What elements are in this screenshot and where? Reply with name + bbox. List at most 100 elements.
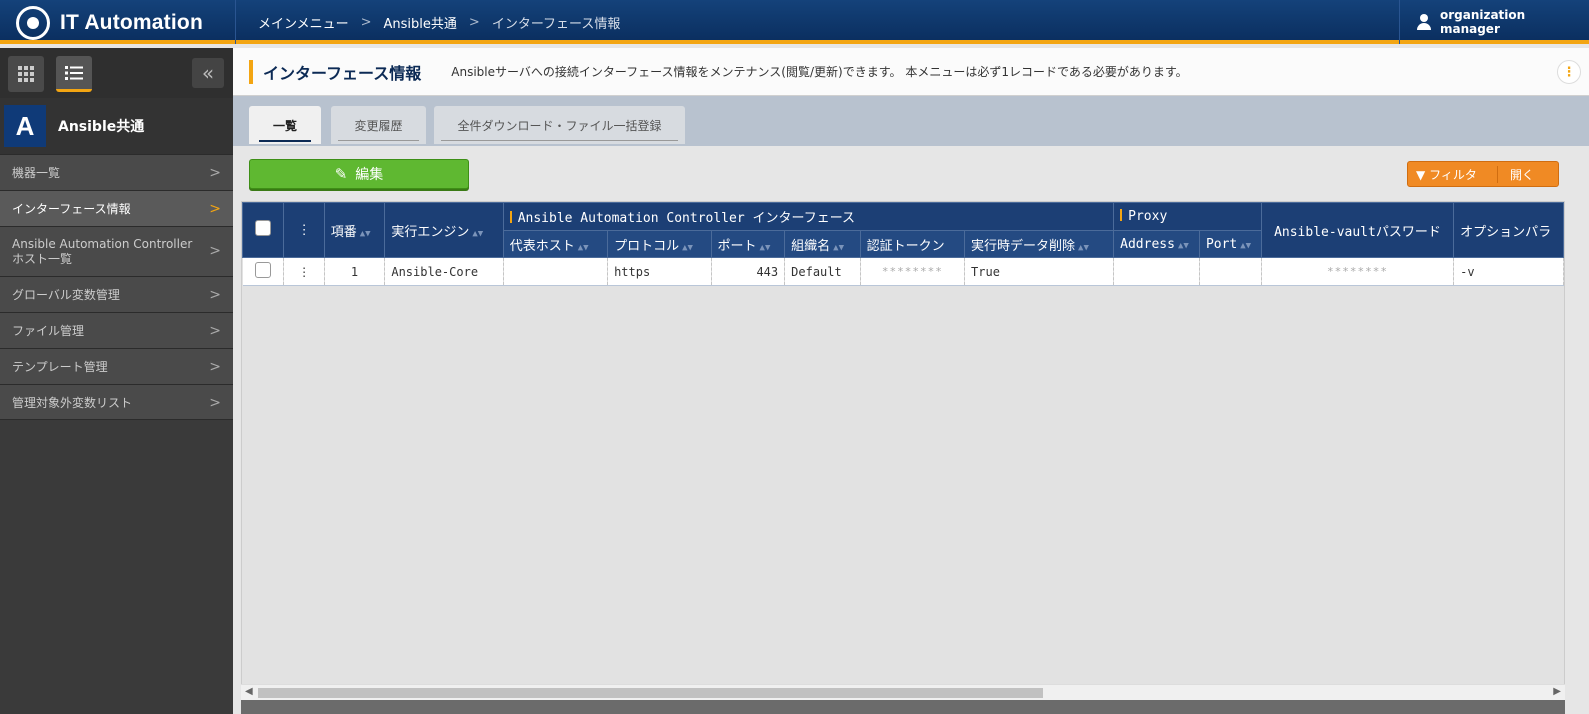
collapse-sidebar-button[interactable]: « — [192, 58, 224, 88]
col-protocol[interactable]: プロトコル ▲▼ — [607, 230, 712, 258]
page-title-bar: インターフェース情報 Ansibleサーバへの接続インターフェース情報をメンテナ… — [233, 48, 1589, 96]
kebab-icon[interactable]: ⋮ — [298, 223, 311, 238]
main-content: インターフェース情報 Ansibleサーバへの接続インターフェース情報をメンテナ… — [233, 48, 1589, 714]
user-icon — [1416, 14, 1432, 30]
title-accent-bar — [249, 59, 253, 84]
horizontal-scrollbar[interactable]: ◀ ▶ — [241, 684, 1565, 700]
sort-icon: ▲▼ — [759, 242, 771, 253]
sidebar-item-label: Ansible Automation Controller ホスト一覧 — [12, 236, 193, 266]
more-options-button[interactable]: ⋮ — [1557, 60, 1581, 84]
col-delete-data[interactable]: 実行時データ削除 ▲▼ — [964, 230, 1115, 258]
col-token[interactable]: 認証トークン — [859, 230, 966, 258]
user-menu[interactable]: organization manager — [1399, 0, 1589, 44]
app-title: IT Automation — [60, 11, 203, 34]
tab-label: 変更履歴 — [338, 117, 419, 141]
select-all-header — [242, 202, 285, 258]
data-table-container: ⋮ 項番 ▲▼ 実行エンジン ▲▼ Ansible Automation Contr… — [241, 201, 1565, 700]
cell-proxy-port — [1199, 257, 1262, 286]
cell-option-params: -v — [1453, 257, 1564, 286]
sort-icon: ▲▼ — [1177, 240, 1189, 251]
chevron-right-icon: > — [209, 359, 221, 375]
filter-icon: ▼ — [1416, 167, 1426, 182]
breadcrumb-main-menu[interactable]: メインメニュー — [258, 13, 349, 32]
sort-icon: ▲▼ — [1078, 242, 1089, 253]
col-option-params[interactable]: オプションパラ — [1453, 202, 1564, 258]
edit-button[interactable]: ✎ 編集 — [249, 159, 469, 189]
sidebar-item-unmanaged-vars[interactable]: 管理対象外変数リスト > — [0, 384, 233, 420]
chevron-right-icon: > — [209, 165, 221, 181]
app-logo[interactable]: IT Automation — [16, 6, 203, 40]
sort-icon: ▲▼ — [833, 242, 844, 253]
scroll-left-icon[interactable]: ◀ — [245, 686, 253, 697]
sort-icon: ▲▼ — [577, 242, 589, 253]
sort-icon: ▲▼ — [472, 228, 484, 239]
filter-button[interactable]: ▼ フィルタ 開く — [1407, 161, 1559, 187]
col-org[interactable]: 組織名 ▲▼ — [784, 230, 861, 258]
breadcrumb-ansible-common[interactable]: Ansible共通 — [384, 13, 457, 32]
cell-port: 443 — [711, 257, 786, 286]
user-name: organization manager — [1439, 8, 1526, 36]
tab-download-bulk-register[interactable]: 全件ダウンロード・ファイル一括登録 — [434, 106, 685, 144]
cell-token: ******** — [860, 257, 966, 286]
ansible-logo-icon: A — [4, 105, 46, 147]
sort-icon: ▲▼ — [1240, 240, 1252, 251]
table-row: ⋮ 1 Ansible-Core https 443 Default *****… — [242, 257, 1564, 286]
col-vault-password[interactable]: Ansible-vaultパスワード — [1260, 202, 1455, 258]
row-menu-header: ⋮ — [283, 202, 325, 258]
col-port[interactable]: ポート ▲▼ — [710, 230, 786, 258]
col-engine[interactable]: 実行エンジン ▲▼ — [384, 202, 504, 258]
cell-org: Default — [784, 257, 861, 286]
cell-item-no: 1 — [324, 257, 386, 286]
list-icon — [65, 65, 83, 80]
breadcrumb-current: インターフェース情報 — [491, 16, 621, 32]
cell-proxy-address — [1113, 257, 1200, 286]
edit-icon: ✎ — [334, 165, 348, 183]
sidebar-item-label: 機器一覧 — [12, 166, 61, 180]
cell-delete-data: True — [964, 257, 1115, 286]
scrollbar-thumb[interactable] — [258, 688, 1043, 698]
sidebar: « A Ansible共通 機器一覧 > インターフェース情報 > Ansible … — [0, 48, 233, 714]
cell-engine: Ansible-Core — [384, 257, 504, 286]
logo-icon — [16, 6, 50, 40]
breadcrumb: メインメニュー > Ansible共通 > インターフェース情報 — [235, 0, 620, 44]
col-proxy-port[interactable]: Port ▲▼ — [1198, 230, 1262, 258]
sidebar-item-device-list[interactable]: 機器一覧 > — [0, 154, 233, 190]
col-rep-host[interactable]: 代表ホスト ▲▼ — [502, 230, 609, 258]
sidebar-item-label: 管理対象外変数リスト — [12, 395, 133, 410]
sidebar-item-global-vars[interactable]: グローバル変数管理 > — [0, 276, 233, 312]
sidebar-item-template-management[interactable]: テンプレート管理 > — [0, 348, 233, 384]
footer-strip — [241, 700, 1565, 714]
menu-group-title: A Ansible共通 — [0, 98, 233, 154]
tab-label: 全件ダウンロード・ファイル一括登録 — [441, 117, 678, 141]
filter-label: ▼ フィルタ — [1408, 165, 1498, 183]
sidebar-item-label: グローバル変数管理 — [12, 288, 120, 302]
chevron-right-icon: > — [209, 243, 221, 259]
tab-bar: 一覧 変更履歴 全件ダウンロード・ファイル一括登録 — [233, 96, 1589, 146]
sidebar-toolbar: « — [0, 48, 233, 98]
tab-history[interactable]: 変更履歴 — [331, 106, 426, 144]
sidebar-item-label: ファイル管理 — [12, 324, 85, 338]
sidebar-item-aac-host-list[interactable]: Ansible Automation Controller ホスト一覧 > — [0, 226, 233, 276]
col-item-no[interactable]: 項番 ▲▼ — [323, 202, 386, 258]
sidebar-item-file-management[interactable]: ファイル管理 > — [0, 312, 233, 348]
tab-list[interactable]: 一覧 — [249, 106, 321, 144]
group-proxy: Proxy — [1113, 202, 1262, 231]
grid-view-button[interactable] — [8, 56, 44, 92]
row-checkbox[interactable] — [254, 262, 271, 278]
kebab-icon[interactable]: ⋮ — [298, 265, 310, 279]
scroll-right-icon[interactable]: ▶ — [1553, 686, 1561, 697]
sidebar-item-interface-info[interactable]: インターフェース情報 > — [0, 190, 233, 226]
grid-icon — [18, 66, 34, 82]
list-view-button[interactable] — [56, 56, 92, 92]
top-header: IT Automation メインメニュー > Ansible共通 > インター… — [0, 0, 1589, 44]
double-chevron-left-icon: « — [201, 61, 215, 85]
select-all-checkbox[interactable] — [255, 220, 272, 236]
edit-button-label: 編集 — [355, 167, 384, 183]
chevron-right-icon: > — [209, 287, 221, 303]
tab-label: 一覧 — [258, 117, 311, 142]
sort-icon: ▲▼ — [359, 228, 371, 239]
filter-open-button[interactable]: 開く — [1498, 166, 1534, 183]
row-menu: ⋮ — [283, 257, 325, 286]
sort-icon: ▲▼ — [682, 242, 693, 253]
col-proxy-address[interactable]: Address ▲▼ — [1113, 230, 1200, 258]
